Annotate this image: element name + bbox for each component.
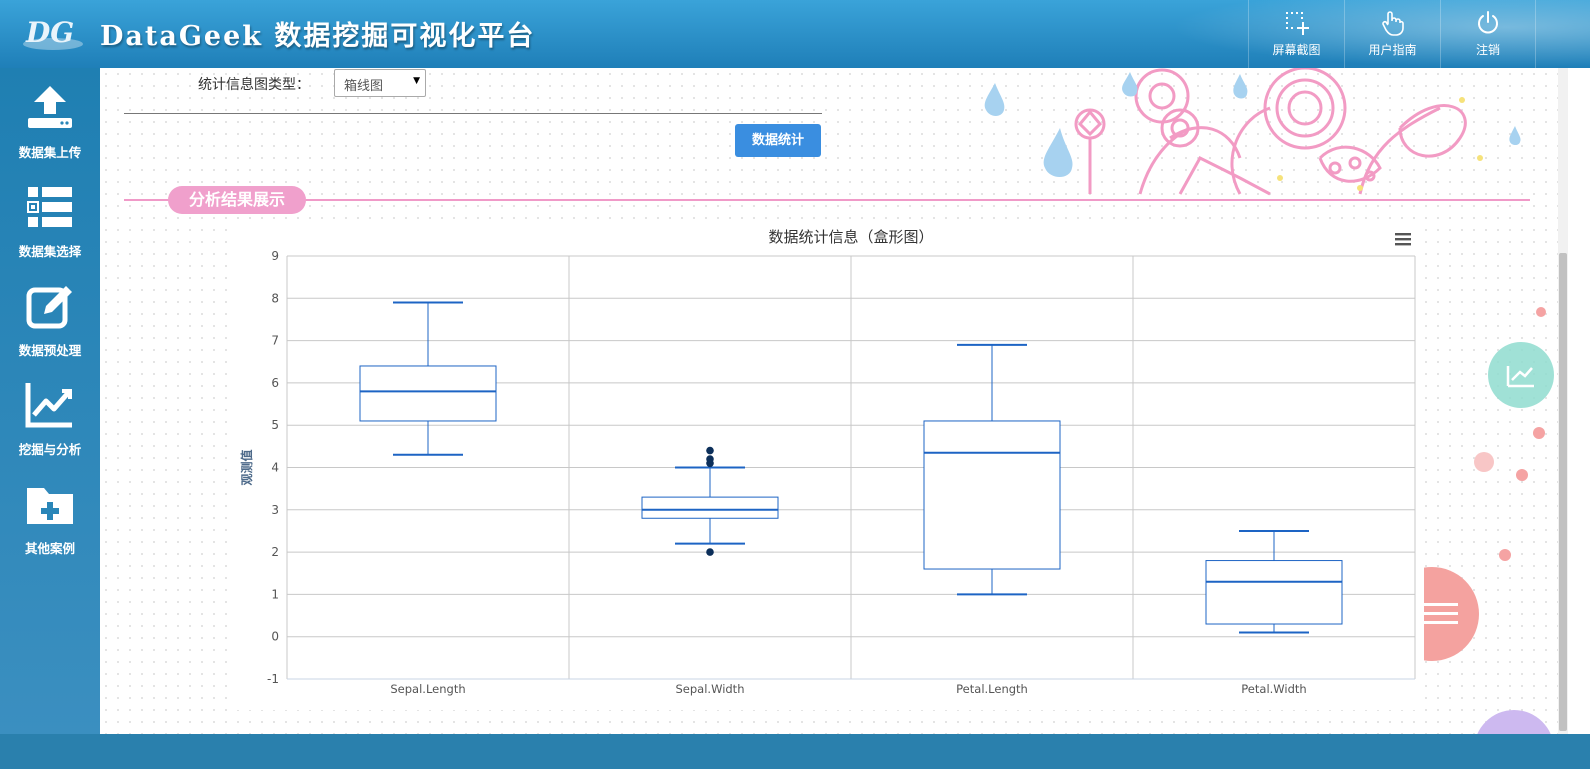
list-icon: [27, 187, 72, 227]
power-icon: [1478, 11, 1498, 34]
sidebar-item-cases[interactable]: 其他案例: [0, 464, 100, 563]
upload-icon: [28, 86, 72, 128]
right-decoration: [1424, 307, 1554, 734]
hand-pointer-icon: [1381, 11, 1404, 36]
y-tick-label: 6: [271, 376, 279, 390]
main-content: 统计信息图类型： 箱线图 ▼ 数据统计 分析结果展示 数据统计信息（盒形图） -1…: [100, 68, 1558, 734]
divider: [124, 113, 822, 114]
footer-bar: [0, 734, 1590, 769]
edit-icon: [26, 286, 72, 329]
y-tick-label: 1: [271, 587, 279, 601]
box: [641, 496, 779, 519]
svg-text:DG: DG: [25, 16, 74, 49]
chart-type-value: 箱线图: [344, 79, 384, 94]
x-tick-label: Sepal.Width: [676, 682, 745, 696]
boxplot-chart: 数据统计信息（盒形图） -1 0 1 2 3 4 5 6 7 8 9 观测值 Sepal.Length Se…: [229, 220, 1424, 710]
outlier-point: [706, 459, 714, 468]
chart-type-select[interactable]: 箱线图 ▼: [334, 69, 426, 97]
section-title: 分析结果展示: [168, 186, 306, 214]
x-tick-label: Petal.Width: [1241, 682, 1306, 696]
sidebar-item-label: 数据集上传: [18, 145, 82, 160]
sidebar-item-upload[interactable]: 数据集上传: [0, 68, 100, 167]
screenshot-label: 屏幕截图: [1272, 43, 1321, 57]
y-tick-label: 7: [271, 334, 279, 348]
y-tick-label: 9: [271, 249, 279, 263]
logo: DG: [22, 10, 84, 56]
dropdown-arrow-icon: ▼: [413, 76, 420, 86]
sidebar-item-select[interactable]: 数据集选择: [0, 167, 100, 266]
logout-label: 注销: [1475, 43, 1500, 57]
data-stat-button[interactable]: 数据统计: [735, 124, 821, 157]
user-guide-button[interactable]: 用户指南: [1344, 0, 1440, 68]
outlier-point: [706, 548, 714, 556]
screenshot-button[interactable]: 屏幕截图: [1248, 0, 1344, 68]
sidebar-item-label: 数据预处理: [18, 343, 82, 358]
screenshot-icon: [1285, 12, 1309, 35]
y-tick-label: -1: [267, 672, 279, 686]
y-tick-label: 4: [271, 461, 279, 475]
sidebar-item-label: 挖掘与分析: [18, 442, 82, 457]
y-axis-label: 观测值: [239, 449, 254, 485]
scrollbar[interactable]: [1558, 68, 1568, 734]
section-divider: [124, 199, 1530, 201]
line-chart-icon: [25, 383, 72, 428]
sidebar: 数据集上传 数据集选择 数据预处理 挖掘与分析 其他案例: [0, 68, 100, 734]
floral-decoration: [984, 68, 1521, 196]
y-tick-label: 8: [271, 291, 279, 305]
sidebar-item-mining[interactable]: 挖掘与分析: [0, 365, 100, 464]
box: [359, 365, 497, 422]
brand-title: DataGeek 数据挖掘可视化平台: [100, 21, 536, 52]
box: [1205, 560, 1343, 625]
folder-plus-icon: [27, 488, 73, 524]
box: [923, 420, 1061, 570]
boxplot-svg: 数据统计信息（盒形图） -1 0 1 2 3 4 5 6 7 8 9 观测值 Sepal.Length Se…: [239, 228, 1416, 696]
chart-type-label: 统计信息图类型：: [198, 77, 310, 93]
outlier-point: [706, 446, 714, 455]
right-edge: [1568, 68, 1590, 734]
sidebar-item-label: 数据集选择: [18, 244, 82, 259]
chart-menu-icon[interactable]: [1393, 230, 1413, 248]
logout-button[interactable]: 注销: [1440, 0, 1536, 68]
y-tick-label: 0: [271, 630, 279, 644]
user-guide-label: 用户指南: [1368, 43, 1417, 57]
y-tick-label: 3: [271, 503, 279, 517]
sidebar-item-preprocess[interactable]: 数据预处理: [0, 266, 100, 365]
chart-title: 数据统计信息（盒形图）: [768, 228, 933, 246]
scrollbar-thumb[interactable]: [1559, 253, 1567, 731]
sidebar-item-label: 其他案例: [24, 541, 75, 556]
x-tick-label: Sepal.Length: [390, 682, 465, 696]
y-tick-label: 5: [271, 418, 279, 432]
app-header: DG DataGeek 数据挖掘可视化平台 屏幕截图 用户指南 注销: [0, 0, 1590, 68]
x-tick-label: Petal.Length: [956, 682, 1028, 696]
y-tick-label: 2: [271, 545, 279, 559]
